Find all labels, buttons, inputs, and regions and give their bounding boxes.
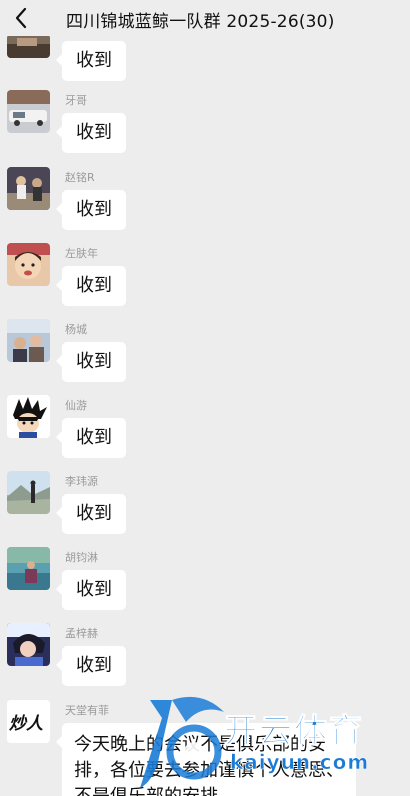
avatar[interactable] <box>7 623 50 666</box>
avatar[interactable] <box>7 471 50 514</box>
message-list[interactable]: 收到 牙哥 收到 赵铭R 收到 左肤年 收到 杨城 收到 仙游 收到 李玮源 收… <box>0 36 410 796</box>
sender-name: 天堂有菲 <box>65 704 109 717</box>
sender-name: 李玮源 <box>65 475 98 488</box>
chat-header: 四川锦城蓝鲸一队群 2025-26(30) <box>0 0 410 36</box>
avatar[interactable]: 炒人 <box>7 700 50 743</box>
avatar[interactable] <box>7 243 50 286</box>
sender-name: 仙游 <box>65 399 87 412</box>
message-bubble[interactable]: 收到 <box>56 113 126 153</box>
message-bubble[interactable]: 收到 <box>56 342 126 382</box>
sender-name: 孟梓赫 <box>65 627 98 640</box>
message-bubble[interactable]: 收到 <box>56 190 126 230</box>
avatar[interactable] <box>7 395 50 438</box>
message-bubble[interactable]: 收到 <box>56 266 126 306</box>
message-bubble[interactable]: 收到 <box>56 418 126 458</box>
sender-name: 牙哥 <box>65 94 87 107</box>
avatar[interactable] <box>7 319 50 362</box>
back-button[interactable] <box>10 6 32 30</box>
avatar[interactable] <box>7 36 50 58</box>
avatar-calligraphy: 炒人 <box>9 714 43 734</box>
chevron-left-icon <box>15 7 27 29</box>
sender-name: 左肤年 <box>65 247 98 260</box>
message-bubble[interactable]: 收到 <box>56 570 126 610</box>
avatar[interactable] <box>7 547 50 590</box>
avatar[interactable] <box>7 90 50 133</box>
message-bubble[interactable]: 收到 <box>56 41 126 81</box>
avatar[interactable] <box>7 167 50 210</box>
message-bubble[interactable]: 今天晚上的会议不是俱乐部的安排，各位要去参加谨慎个人意思、不是俱乐部的安排。 <box>56 723 356 796</box>
chat-title: 四川锦城蓝鲸一队群 2025-26(30) <box>66 12 335 32</box>
sender-name: 杨城 <box>65 323 87 336</box>
sender-name: 赵铭R <box>65 171 95 184</box>
message-bubble[interactable]: 收到 <box>56 646 126 686</box>
sender-name: 胡钧淋 <box>65 551 98 564</box>
message-bubble[interactable]: 收到 <box>56 494 126 534</box>
